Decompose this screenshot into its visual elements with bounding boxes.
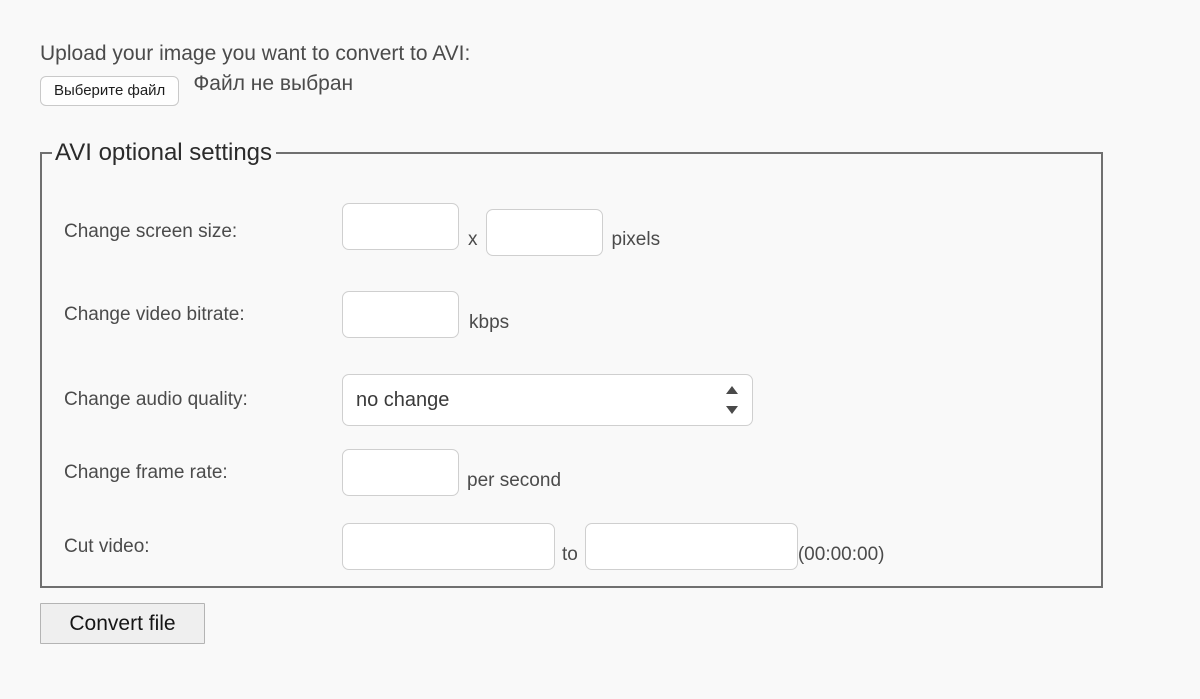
cut-video-start-input[interactable] — [342, 523, 555, 570]
screen-height-input[interactable] — [485, 209, 603, 256]
row-frame-rate: Change frame rate: per second — [42, 449, 561, 496]
cut-video-label: Cut video: — [64, 535, 150, 557]
file-status-text: Файл не выбран — [193, 72, 354, 95]
frame-rate-input[interactable] — [342, 449, 459, 496]
cut-video-format-hint: (00:00:00) — [797, 543, 885, 565]
screen-size-label: Change screen size: — [64, 220, 238, 242]
audio-quality-select[interactable]: no change — [342, 374, 753, 426]
cut-video-end-input[interactable] — [584, 523, 798, 570]
audio-quality-label: Change audio quality: — [64, 389, 248, 410]
chevron-up-icon — [725, 386, 738, 394]
audio-quality-selected-value: no change — [356, 389, 450, 411]
choose-file-button[interactable]: Выберите файл — [40, 76, 180, 106]
frame-rate-unit: per second — [467, 469, 562, 491]
screen-size-separator: x — [468, 228, 478, 250]
settings-rows: Change screen size: x pixels Change vide… — [42, 166, 1101, 586]
row-video-bitrate: Change video bitrate: kbps — [42, 291, 509, 338]
fieldset-legend: AVI optional settings — [55, 139, 273, 166]
cut-video-separator: to — [562, 543, 578, 565]
row-screen-size: Change screen size: x pixels — [42, 203, 661, 256]
video-bitrate-input[interactable] — [342, 291, 459, 338]
avi-optional-settings-fieldset: AVI optional settings Change screen size… — [40, 140, 1103, 588]
screen-width-input[interactable] — [342, 203, 459, 250]
row-cut-video: Cut video: to (00:00:00) — [42, 523, 884, 570]
page-title: Upload your image you want to convert to… — [40, 42, 471, 65]
row-audio-quality: Change audio quality: no change — [42, 374, 753, 426]
select-updown-arrows-icon — [725, 386, 738, 414]
video-bitrate-label: Change video bitrate: — [64, 303, 245, 325]
convert-file-button[interactable]: Convert file — [40, 603, 205, 644]
screen-size-unit: pixels — [611, 228, 661, 250]
frame-rate-label: Change frame rate: — [64, 461, 228, 483]
converter-page: Upload your image you want to convert to… — [0, 0, 1200, 699]
file-upload-row: Выберите файл Файл не выбран — [40, 72, 353, 110]
video-bitrate-unit: kbps — [469, 311, 510, 333]
chevron-down-icon — [725, 406, 738, 414]
